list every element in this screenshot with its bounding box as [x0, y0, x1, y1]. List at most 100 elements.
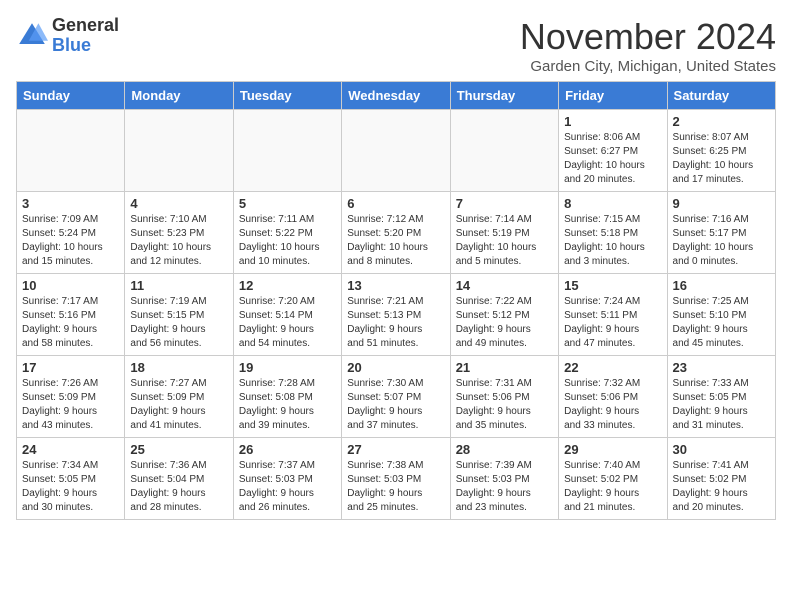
- logo-general: General: [52, 16, 119, 36]
- day-number: 13: [347, 278, 444, 293]
- day-info: Sunrise: 7:09 AM Sunset: 5:24 PM Dayligh…: [22, 213, 119, 269]
- calendar-table: SundayMondayTuesdayWednesdayThursdayFrid…: [16, 81, 776, 520]
- calendar-cell: 14Sunrise: 7:22 AM Sunset: 5:12 PM Dayli…: [450, 274, 558, 356]
- calendar-cell: 23 Sunrise: 7:33 AM Sunset: 5:05 PM Dayli…: [667, 356, 775, 438]
- calendar-week-row: 24 Sunrise: 7:34 AM Sunset: 5:05 PM Dayli…: [17, 438, 776, 520]
- day-number: 19: [239, 360, 336, 375]
- title-area: November 2024 Garden City, Michigan, Uni…: [520, 16, 776, 75]
- calendar-cell: 25 Sunrise: 7:36 AM Sunset: 5:04 PM Dayli…: [125, 438, 233, 520]
- day-number: 30: [673, 442, 770, 457]
- day-info: Sunrise: 7:30 AM Sunset: 5:07 PM Dayligh…: [347, 377, 444, 433]
- day-info: Sunrise: 7:28 AM Sunset: 5:08 PM Dayligh…: [239, 377, 336, 433]
- day-number: 8: [564, 196, 661, 211]
- day-number: 16: [673, 278, 770, 293]
- day-number: 15: [564, 278, 661, 293]
- calendar-cell: 1 Sunrise: 8:06 AM Sunset: 6:27 PM Daylig…: [559, 110, 667, 192]
- day-info: Sunrise: 7:15 AM Sunset: 5:18 PM Dayligh…: [564, 213, 661, 269]
- day-info: Sunrise: 8:07 AM Sunset: 6:25 PM Dayligh…: [673, 131, 770, 187]
- day-info: Sunrise: 7:33 AM Sunset: 5:05 PM Dayligh…: [673, 377, 770, 433]
- calendar-week-row: 17 Sunrise: 7:26 AM Sunset: 5:09 PM Dayli…: [17, 356, 776, 438]
- day-info: Sunrise: 7:24 AM Sunset: 5:11 PM Dayligh…: [564, 295, 661, 351]
- calendar-cell: 26 Sunrise: 7:37 AM Sunset: 5:03 PM Dayli…: [233, 438, 341, 520]
- calendar-cell: 24 Sunrise: 7:34 AM Sunset: 5:05 PM Dayli…: [17, 438, 125, 520]
- weekday-header: Thursday: [450, 82, 558, 110]
- weekday-header: Tuesday: [233, 82, 341, 110]
- calendar-cell: 15 Sunrise: 7:24 AM Sunset: 5:11 PM Dayli…: [559, 274, 667, 356]
- logo-icon: [16, 20, 48, 52]
- calendar-cell: 13 Sunrise: 7:21 AM Sunset: 5:13 PM Dayli…: [342, 274, 450, 356]
- day-number: 14: [456, 278, 553, 293]
- calendar-cell: 7Sunrise: 7:14 AM Sunset: 5:19 PM Daylig…: [450, 192, 558, 274]
- weekday-header: Monday: [125, 82, 233, 110]
- day-info: Sunrise: 7:12 AM Sunset: 5:20 PM Dayligh…: [347, 213, 444, 269]
- day-number: 20: [347, 360, 444, 375]
- day-number: 28: [456, 442, 553, 457]
- day-number: 6: [347, 196, 444, 211]
- calendar-cell: 16 Sunrise: 7:25 AM Sunset: 5:10 PM Dayli…: [667, 274, 775, 356]
- weekday-header: Wednesday: [342, 82, 450, 110]
- calendar-cell: 4 Sunrise: 7:10 AM Sunset: 5:23 PM Daylig…: [125, 192, 233, 274]
- calendar-cell: 19 Sunrise: 7:28 AM Sunset: 5:08 PM Dayli…: [233, 356, 341, 438]
- day-info: Sunrise: 7:34 AM Sunset: 5:05 PM Dayligh…: [22, 459, 119, 515]
- calendar-cell: 29 Sunrise: 7:40 AM Sunset: 5:02 PM Dayli…: [559, 438, 667, 520]
- day-number: 23: [673, 360, 770, 375]
- day-info: Sunrise: 7:41 AM Sunset: 5:02 PM Dayligh…: [673, 459, 770, 515]
- day-info: Sunrise: 7:27 AM Sunset: 5:09 PM Dayligh…: [130, 377, 227, 433]
- calendar-cell: [450, 110, 558, 192]
- day-info: Sunrise: 7:14 AM Sunset: 5:19 PM Dayligh…: [456, 213, 553, 269]
- calendar-cell: 10 Sunrise: 7:17 AM Sunset: 5:16 PM Dayli…: [17, 274, 125, 356]
- calendar-cell: [233, 110, 341, 192]
- day-number: 4: [130, 196, 227, 211]
- calendar-cell: 3 Sunrise: 7:09 AM Sunset: 5:24 PM Daylig…: [17, 192, 125, 274]
- day-info: Sunrise: 7:39 AM Sunset: 5:03 PM Dayligh…: [456, 459, 553, 515]
- day-number: 3: [22, 196, 119, 211]
- day-info: Sunrise: 7:21 AM Sunset: 5:13 PM Dayligh…: [347, 295, 444, 351]
- day-info: Sunrise: 7:17 AM Sunset: 5:16 PM Dayligh…: [22, 295, 119, 351]
- day-info: Sunrise: 7:26 AM Sunset: 5:09 PM Dayligh…: [22, 377, 119, 433]
- calendar-cell: 12 Sunrise: 7:20 AM Sunset: 5:14 PM Dayli…: [233, 274, 341, 356]
- day-number: 12: [239, 278, 336, 293]
- day-number: 2: [673, 114, 770, 129]
- day-info: Sunrise: 8:06 AM Sunset: 6:27 PM Dayligh…: [564, 131, 661, 187]
- calendar-cell: 22 Sunrise: 7:32 AM Sunset: 5:06 PM Dayli…: [559, 356, 667, 438]
- day-number: 27: [347, 442, 444, 457]
- day-number: 17: [22, 360, 119, 375]
- day-info: Sunrise: 7:37 AM Sunset: 5:03 PM Dayligh…: [239, 459, 336, 515]
- day-number: 29: [564, 442, 661, 457]
- day-info: Sunrise: 7:31 AM Sunset: 5:06 PM Dayligh…: [456, 377, 553, 433]
- day-number: 24: [22, 442, 119, 457]
- day-number: 5: [239, 196, 336, 211]
- calendar-cell: [342, 110, 450, 192]
- day-number: 10: [22, 278, 119, 293]
- day-number: 18: [130, 360, 227, 375]
- calendar-cell: 20 Sunrise: 7:30 AM Sunset: 5:07 PM Dayli…: [342, 356, 450, 438]
- calendar-cell: 2 Sunrise: 8:07 AM Sunset: 6:25 PM Daylig…: [667, 110, 775, 192]
- day-number: 26: [239, 442, 336, 457]
- calendar-cell: 17 Sunrise: 7:26 AM Sunset: 5:09 PM Dayli…: [17, 356, 125, 438]
- page-header: General Blue November 2024 Garden City, …: [16, 16, 776, 75]
- weekday-header: Saturday: [667, 82, 775, 110]
- day-number: 25: [130, 442, 227, 457]
- day-info: Sunrise: 7:11 AM Sunset: 5:22 PM Dayligh…: [239, 213, 336, 269]
- day-info: Sunrise: 7:10 AM Sunset: 5:23 PM Dayligh…: [130, 213, 227, 269]
- weekday-header: Sunday: [17, 82, 125, 110]
- calendar-cell: 9Sunrise: 7:16 AM Sunset: 5:17 PM Daylig…: [667, 192, 775, 274]
- day-info: Sunrise: 7:19 AM Sunset: 5:15 PM Dayligh…: [130, 295, 227, 351]
- day-number: 1: [564, 114, 661, 129]
- day-info: Sunrise: 7:32 AM Sunset: 5:06 PM Dayligh…: [564, 377, 661, 433]
- calendar-cell: 8 Sunrise: 7:15 AM Sunset: 5:18 PM Daylig…: [559, 192, 667, 274]
- day-number: 22: [564, 360, 661, 375]
- calendar-cell: 6 Sunrise: 7:12 AM Sunset: 5:20 PM Daylig…: [342, 192, 450, 274]
- calendar-cell: 27Sunrise: 7:38 AM Sunset: 5:03 PM Dayli…: [342, 438, 450, 520]
- day-number: 21: [456, 360, 553, 375]
- day-info: Sunrise: 7:40 AM Sunset: 5:02 PM Dayligh…: [564, 459, 661, 515]
- calendar-cell: 5 Sunrise: 7:11 AM Sunset: 5:22 PM Daylig…: [233, 192, 341, 274]
- day-info: Sunrise: 7:20 AM Sunset: 5:14 PM Dayligh…: [239, 295, 336, 351]
- calendar-cell: 30 Sunrise: 7:41 AM Sunset: 5:02 PM Dayli…: [667, 438, 775, 520]
- day-info: Sunrise: 7:36 AM Sunset: 5:04 PM Dayligh…: [130, 459, 227, 515]
- calendar-cell: 21 Sunrise: 7:31 AM Sunset: 5:06 PM Dayli…: [450, 356, 558, 438]
- month-title: November 2024: [520, 16, 776, 58]
- day-info: Sunrise: 7:25 AM Sunset: 5:10 PM Dayligh…: [673, 295, 770, 351]
- day-number: 9: [673, 196, 770, 211]
- logo-blue: Blue: [52, 36, 119, 56]
